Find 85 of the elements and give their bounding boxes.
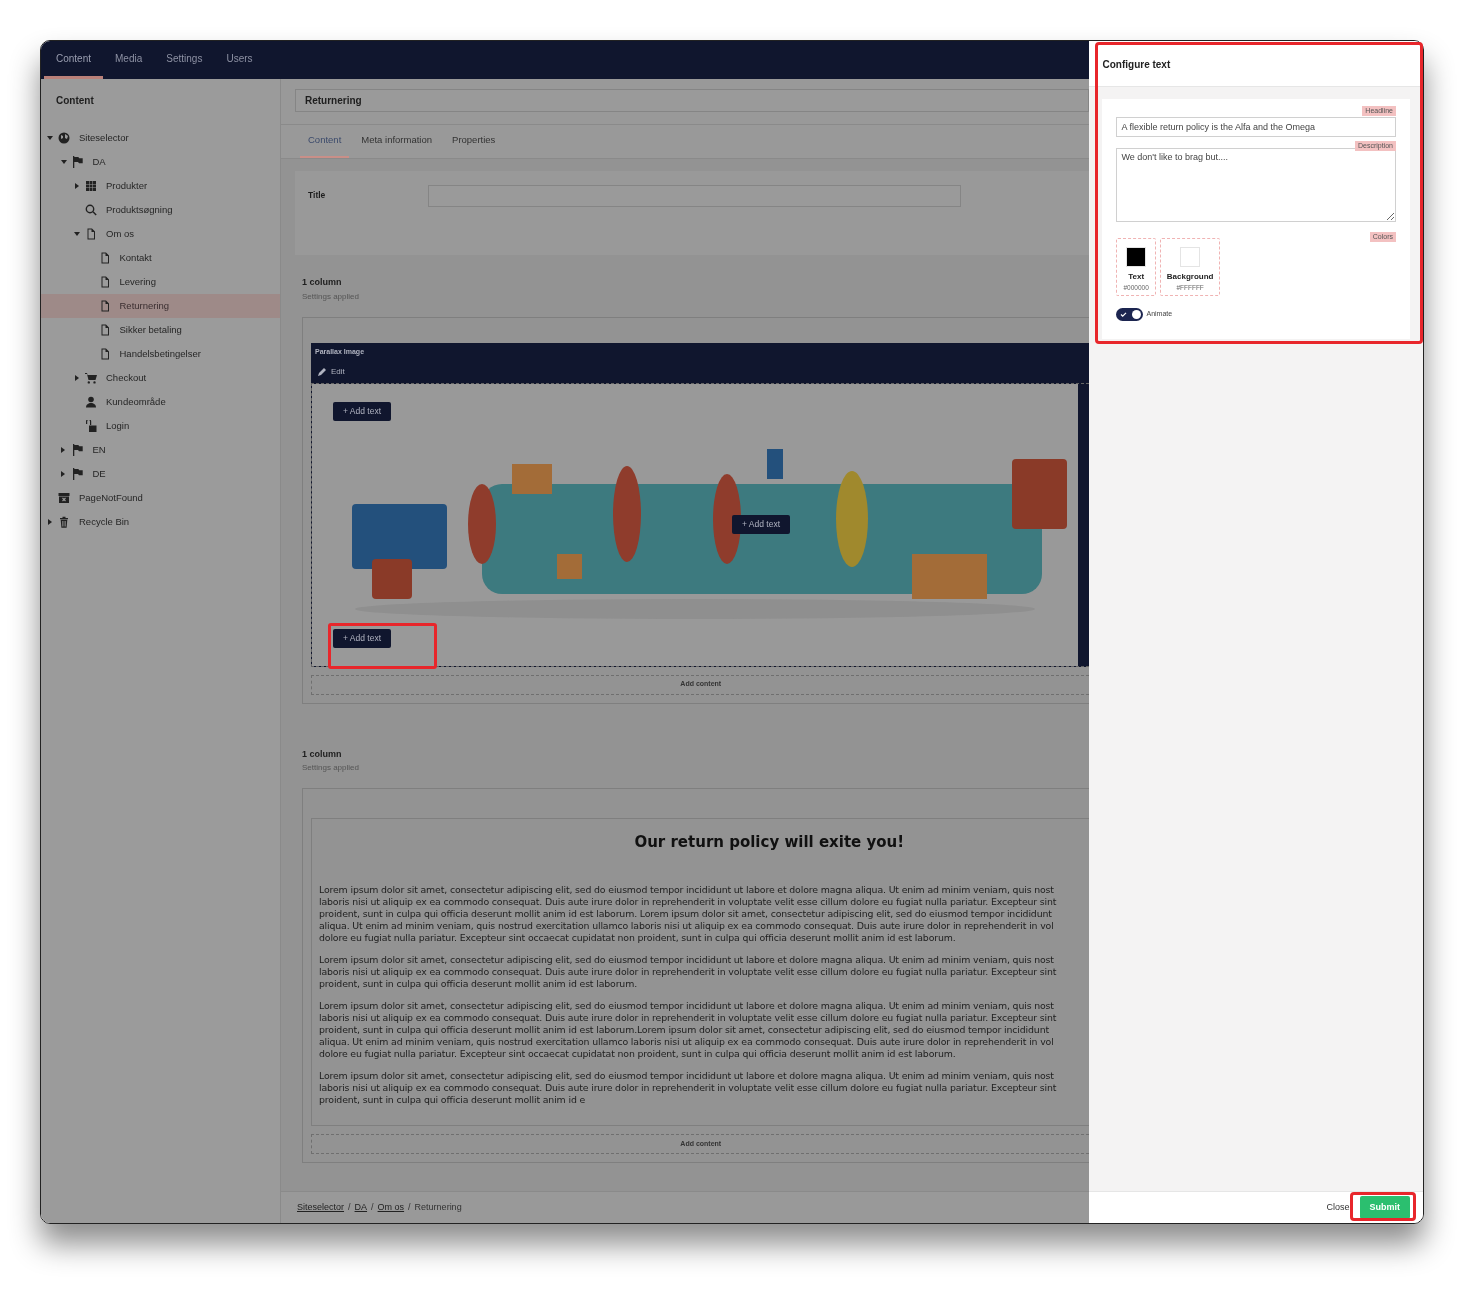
- breadcrumb-separator: /: [371, 1200, 374, 1214]
- tree-item[interactable]: EN: [41, 438, 280, 462]
- edit-button[interactable]: Edit: [311, 361, 345, 383]
- block-heading: Our return policy will exite you!: [633, 832, 906, 853]
- tree-label: Om os: [106, 226, 134, 241]
- pencil-icon: [318, 368, 326, 376]
- tree-item[interactable]: Om os: [41, 222, 280, 246]
- window-icon: [58, 492, 70, 504]
- caret-right-icon[interactable]: [74, 375, 80, 381]
- highlight-box: [1350, 1192, 1416, 1221]
- tree-item[interactable]: Handelsbetingelser: [41, 342, 280, 366]
- trash-icon: [58, 516, 70, 528]
- field-label: Title: [308, 189, 327, 202]
- tree-item[interactable]: Recycle Bin: [41, 510, 280, 534]
- tree-item[interactable]: Kundeområde: [41, 390, 280, 414]
- page-icon: [85, 228, 97, 240]
- tree-label: Siteselector: [79, 130, 129, 145]
- sidebar-title: Content: [55, 94, 95, 108]
- section-heading: 1 column: [302, 747, 343, 761]
- caret-down-icon[interactable]: [74, 231, 80, 237]
- tree-label: Kundeområde: [106, 394, 166, 409]
- tree-label: Handelsbetingelser: [119, 346, 201, 361]
- flag-icon: [71, 444, 84, 456]
- color-label: Text: [1128, 271, 1145, 283]
- tree-item[interactable]: Produktsøgning: [41, 198, 280, 222]
- body-paragraph: Lorem ipsum dolor sit amet, consectetur adipiscing elit, sed do eiusmod tempor incididunt ut labore et dolore magna aliqua. Ut enim ad minim veniam, quis nost laboris nisi ut aliquip ex ea commodo consequat. Duis aute irure dolor in reprehenderit in voluptate velit esse cillum dolore eu fugiat nulla pariatur. Excepteur sint proident, sunt in culpa qui officia deserunt mollit anim id e: [319, 1069, 1058, 1106]
- content-tab[interactable]: Content: [300, 125, 350, 158]
- tree-label: Levering: [119, 274, 156, 289]
- caret-right-icon[interactable]: [61, 447, 66, 453]
- headline-field[interactable]: A flexible return policy is the Alfa and the Omega: [1116, 117, 1396, 137]
- tree-item[interactable]: Kontakt: [41, 246, 280, 270]
- tree-label: Returnering: [119, 298, 170, 313]
- check-icon: [1120, 310, 1128, 318]
- grid-icon: [85, 180, 97, 192]
- page-name-field[interactable]: Returnering: [295, 89, 1090, 112]
- tree-label: PageNotFound: [79, 490, 143, 505]
- tree-label: Produkter: [106, 178, 148, 193]
- tree-label: Kontakt: [119, 250, 152, 265]
- person-icon: [85, 396, 97, 408]
- tree-label: Sikker betaling: [119, 322, 182, 337]
- flag-icon: [71, 468, 84, 480]
- caret-down-icon[interactable]: [60, 159, 67, 165]
- content-tab[interactable]: Meta information: [353, 125, 441, 158]
- body-paragraph: Lorem ipsum dolor sit amet, consectetur adipiscing elit, sed do eiusmod tempor incididunt ut labore et dolore magna aliqua. Ut enim ad minim veniam, quis nost laboris nisi ut aliquip ex ea commodo consequat. Duis aute irure dolor in reprehenderit in voluptate velit esse cillum dolore eu fugiat nulla pariatur. Excepteur sint proident, sunt in culpa qui officia deserunt mollit anim id est laborum. Lorem ipsum dolor sit amet, consectetur adipiscing elit, sed do eiusmod tempor incididunt aliqua. Ut enim ad minim veniam, quis nostrud exercitation ullamco laboris nisi ut aliquip ex ea commodo consequat. Duis aute irure dolor in reprehenderit in vol dolore eu fugiat nulla pariatur. Excepteur sint occaecat cupidatat non proident, sunt in culpa qui officia deserunt mollit anim id est laborum.: [319, 883, 1058, 944]
- tree-item[interactable]: Siteselector: [41, 126, 280, 150]
- tree-label: Login: [106, 418, 130, 433]
- caret-right-icon[interactable]: [47, 519, 53, 525]
- color-label: Background: [1166, 271, 1214, 283]
- close-button[interactable]: Close: [1322, 1197, 1354, 1218]
- tree-label: EN: [92, 442, 106, 457]
- description-field[interactable]: We don't like to brag but....: [1116, 148, 1396, 222]
- nav-tab[interactable]: Settings: [154, 41, 215, 79]
- tree-item[interactable]: PageNotFound: [41, 486, 280, 510]
- tree-label: DE: [92, 466, 106, 481]
- tree-item[interactable]: Levering: [41, 270, 280, 294]
- tree-item[interactable]: Login: [41, 414, 280, 438]
- animate-toggle[interactable]: [1116, 307, 1144, 321]
- tree-item[interactable]: Checkout: [41, 366, 280, 390]
- section-heading: 1 column: [302, 276, 343, 289]
- breadcrumb-link[interactable]: Siteselector: [297, 1200, 345, 1215]
- search-icon: [85, 204, 97, 216]
- nav-tab[interactable]: Users: [214, 41, 265, 79]
- body-paragraph: Lorem ipsum dolor sit amet, consectetur adipiscing elit, sed do eiusmod tempor incididunt ut labore et dolore magna aliqua. Ut enim ad minim veniam, quis nost laboris nisi ut aliquip ex ea commodo consequat. Duis aute irure dolor in reprehenderit in voluptate velit esse cillum dolore eu fugiat nulla pariatur. Excepteur sint proident, sunt in culpa qui officia deserunt mollit anim id est laborum.: [319, 953, 1058, 990]
- tree-item[interactable]: DA: [41, 150, 280, 174]
- tree-item[interactable]: Sikker betaling: [41, 318, 280, 342]
- content-tab[interactable]: Properties: [444, 125, 504, 158]
- caret-down-icon[interactable]: [47, 135, 53, 141]
- tree-label: Produktsøgning: [106, 202, 173, 217]
- nav-tab[interactable]: Media: [103, 41, 155, 79]
- tree-item[interactable]: DE: [41, 462, 280, 486]
- tree-label: Recycle Bin: [79, 514, 130, 529]
- tree-item[interactable]: Produkter: [41, 174, 280, 198]
- caret-right-icon[interactable]: [74, 183, 80, 189]
- body-paragraph: Lorem ipsum dolor sit amet, consectetur adipiscing elit, sed do eiusmod tempor incididunt ut labore et dolore magna aliqua. Ut enim ad minim veniam, quis nost laboris nisi ut aliquip ex ea commodo consequat. Duis aute irure dolor in reprehenderit in voluptate velit esse cillum dolore eu fugiat nulla pariatur. Excepteur sint proident, sunt in culpa qui officia deserunt mollit anim id est laborum.Lorem ipsum dolor sit amet, consectetur adipiscing elit, sed do eiusmod tempor incididunt aliqua. Ut enim ad minim veniam, quis nostrud exercitation ullamco laboris nisi ut aliquip ex ea commodo consequat. Duis aute irure dolor in reprehenderit in vol dolore eu fugiat nulla pariatur. Excepteur sint occaecat cupidatat non proident, sunt in culpa qui officia deserunt mollit anim id est laborum.: [319, 999, 1058, 1060]
- breadcrumb-link[interactable]: Om os: [377, 1200, 405, 1215]
- tree-label: DA: [92, 154, 106, 169]
- breadcrumb-separator: /: [348, 1200, 351, 1214]
- breadcrumb-separator: /: [408, 1200, 411, 1214]
- caret-right-icon[interactable]: [61, 471, 66, 477]
- cart-icon: [85, 372, 97, 384]
- tree-item[interactable]: Returnering: [41, 294, 280, 318]
- breadcrumb-link[interactable]: DA: [354, 1200, 368, 1215]
- flag-icon: [71, 156, 84, 168]
- breadcrumb-current: Returnering: [414, 1200, 462, 1214]
- tree-label: Checkout: [106, 370, 147, 385]
